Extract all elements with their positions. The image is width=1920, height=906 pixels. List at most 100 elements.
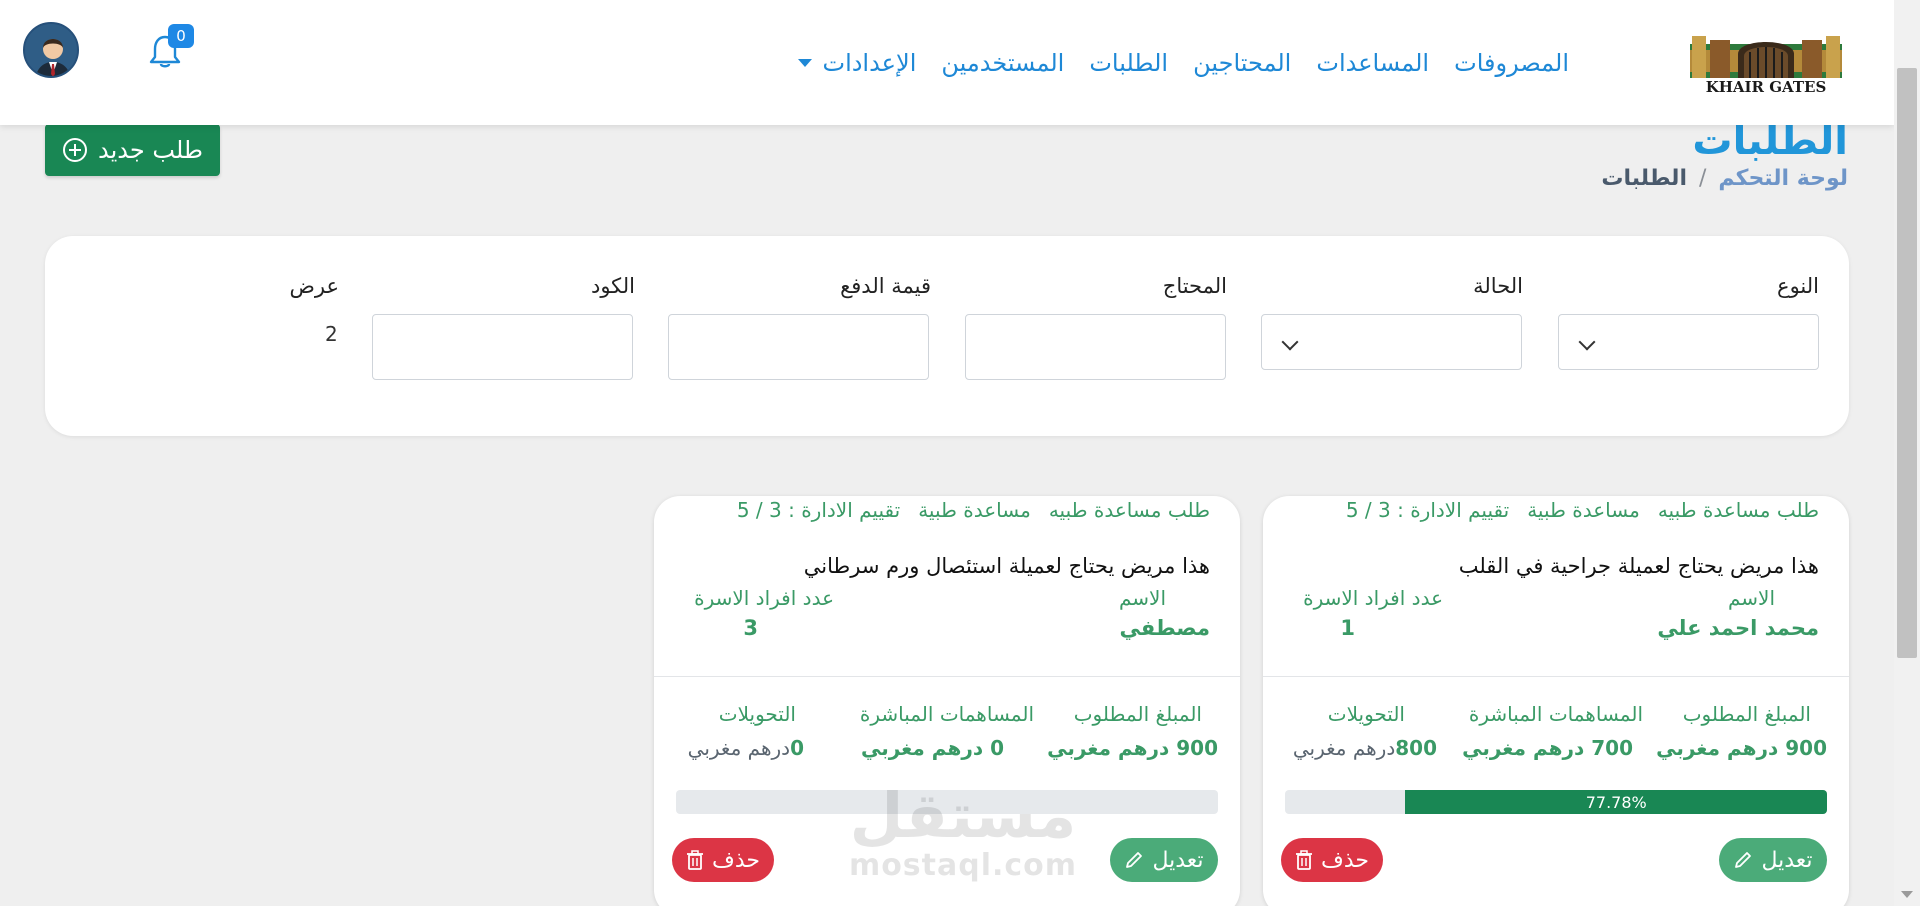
admin-rating: تقييم الادارة : 3 / 5 [1345,498,1510,522]
direct-contributions-label: المساهمات المباشرة [859,702,1034,726]
nav-item-settings[interactable]: الإعدادات [798,49,916,77]
delete-label: حذف [712,847,760,873]
nav-item-requests[interactable]: الطلبات [1089,49,1168,77]
trash-icon [687,850,704,870]
funding-progress-bar [676,790,1218,814]
nav-item-label: المحتاجين [1193,49,1292,77]
nav-item-label: المستخدمين [941,49,1065,77]
status-filter-label: الحالة [1473,274,1523,298]
family-count-label: عدد افراد الاسرة [694,586,834,610]
user-avatar[interactable] [23,22,79,78]
scrollbar-thumb[interactable] [1897,68,1917,658]
code-filter-label: الكود [590,274,635,298]
pencil-icon [1735,852,1752,868]
card-tags: طلب مساعدة طبيه مساعدة طبية تقييم الادار… [1346,498,1819,522]
payment-input[interactable] [668,314,929,380]
edit-button[interactable]: تعديل [1719,838,1827,882]
required-amount-label: المبلغ المطلوب [1073,702,1202,726]
show-label: عرض [289,274,339,298]
transfers-value: 800درهم مغربي [1293,736,1437,760]
direct-contributions: 700 درهم مغربي [1462,736,1633,760]
payment-filter-label: قيمة الدفع [840,274,931,298]
transfers-value: 0درهم مغربي [688,736,804,760]
svg-text:KHAIR GATES: KHAIR GATES [1706,78,1827,96]
transfers-currency: درهم مغربي [1292,736,1396,760]
type-select[interactable] [1558,314,1819,370]
transfers-currency: درهم مغربي [687,736,791,760]
request-type-tag: طلب مساعدة طبيه [1657,498,1819,522]
page-scrollbar[interactable] [1894,0,1920,906]
needy-name: مصطفي [1119,616,1210,640]
site-logo[interactable]: KHAIR GATES [1686,30,1846,96]
type-filter-label: النوع [1777,274,1819,298]
request-category-tag: مساعدة طبية [918,498,1031,522]
chevron-down-icon [1281,333,1299,351]
user-avatar-icon [25,24,77,76]
nav-item-aid[interactable]: المساعدات [1316,49,1429,77]
needy-input[interactable] [965,314,1226,380]
main-nav: الإعدادات المستخدمين الطلبات المحتاجين ا… [798,46,1569,80]
khair-gates-logo-icon: KHAIR GATES [1690,36,1842,96]
funding-progress-bar: 77.78% [1285,790,1827,814]
notifications-badge: 0 [168,24,194,48]
new-request-label: طلب جديد [98,136,203,164]
chevron-down-icon [1578,333,1596,351]
top-navbar: 0 الإعدادات المستخدمين الطلبات المحتاجين… [0,0,1894,125]
request-card: طلب مساعدة طبيه مساعدة طبية تقييم الادار… [654,496,1240,906]
request-card: طلب مساعدة طبيه مساعدة طبية تقييم الادار… [1263,496,1849,906]
delete-label: حذف [1321,847,1369,873]
nav-item-label: الإعدادات [822,49,917,77]
edit-button[interactable]: تعديل [1110,838,1218,882]
request-description: هذا مريض يحتاج لعميلة استئصال ورم سرطاني [803,554,1210,578]
required-amount: 900 درهم مغربي [1047,736,1218,760]
request-description: هذا مريض يحتاج لعميلة جراحية في القلب [1458,554,1819,578]
code-input[interactable] [372,314,633,380]
card-divider [654,676,1240,677]
card-tags: طلب مساعدة طبيه مساعدة طبية تقييم الادار… [737,498,1210,522]
delete-button[interactable]: حذف [1281,838,1383,882]
family-count: 3 [743,616,758,640]
transfers-amount: 0 [790,736,804,760]
transfers-amount: 800 [1395,736,1437,760]
breadcrumb: لوحة التحكم / الطلبات [1601,166,1848,191]
status-select[interactable] [1261,314,1522,370]
family-count: 1 [1340,616,1355,640]
direct-contributions-label: المساهمات المباشرة [1468,702,1643,726]
needy-filter-label: المحتاج [1162,274,1227,298]
breadcrumb-home-link[interactable]: لوحة التحكم [1718,166,1848,191]
nav-item-label: المساعدات [1316,49,1430,77]
request-type-tag: طلب مساعدة طبيه [1048,498,1210,522]
filters-panel: النوع الحالة المحتاج قيمة الدفع الكود عر… [45,236,1849,436]
new-request-button[interactable]: طلب جديد [45,124,220,176]
family-count-label: عدد افراد الاسرة [1303,586,1443,610]
pencil-icon [1126,852,1143,868]
show-count-value[interactable]: 2 [325,322,338,346]
transfers-label: التحويلات [1327,702,1405,726]
required-amount: 900 درهم مغربي [1656,736,1827,760]
direct-contributions: 0 درهم مغربي [860,736,1004,760]
funding-progress-fill: 77.78% [1405,790,1827,814]
transfers-label: التحويلات [718,702,796,726]
nav-item-expenses[interactable]: المصروفات [1454,49,1569,77]
progress-percent-text: 77.78% [1585,792,1647,812]
request-category-tag: مساعدة طبية [1527,498,1640,522]
admin-rating: تقييم الادارة : 3 / 5 [736,498,901,522]
name-label: الاسم [1118,586,1166,610]
breadcrumb-current: الطلبات [1601,166,1687,191]
scroll-down-arrow-icon[interactable] [1901,891,1913,898]
nav-item-needy[interactable]: المحتاجين [1193,49,1291,77]
nav-item-label: الطلبات [1089,49,1169,77]
plus-circle-icon [63,138,88,162]
nav-item-label: المصروفات [1454,49,1569,77]
trash-icon [1296,850,1313,870]
needy-name: محمد احمد علي [1657,616,1819,640]
required-amount-label: المبلغ المطلوب [1682,702,1811,726]
caret-down-icon [798,59,813,67]
edit-label: تعديل [1152,847,1204,873]
card-divider [1263,676,1849,677]
name-label: الاسم [1727,586,1775,610]
edit-label: تعديل [1761,847,1813,873]
breadcrumb-separator: / [1698,166,1707,191]
delete-button[interactable]: حذف [672,838,774,882]
nav-item-users[interactable]: المستخدمين [941,49,1064,77]
